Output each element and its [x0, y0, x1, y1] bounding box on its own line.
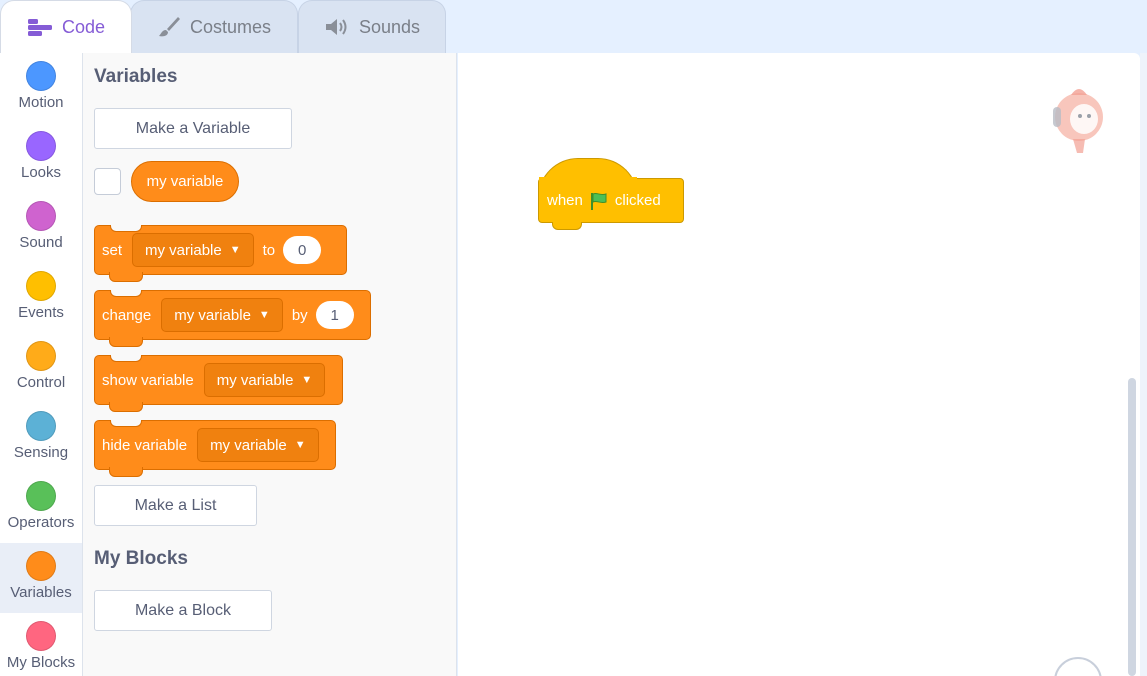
hide-variable-block[interactable]: hide variable my variable ▼ [94, 420, 336, 477]
category-looks[interactable]: Looks [0, 123, 82, 193]
category-label: Control [16, 374, 66, 391]
show-variable-block[interactable]: show variable my variable ▼ [94, 355, 343, 412]
script-workspace[interactable]: when clicked [458, 53, 1140, 676]
category-label: Looks [20, 164, 62, 181]
tab-code[interactable]: Code [0, 0, 132, 53]
code-icon [27, 19, 52, 36]
vertical-scrollbar[interactable] [1128, 378, 1136, 676]
value-input[interactable]: 1 [315, 301, 354, 329]
tab-sounds[interactable]: Sounds [298, 0, 446, 53]
block-keyword: hide variable [102, 436, 188, 454]
category-label: Operators [7, 514, 75, 531]
category-label: Sound [19, 234, 63, 251]
block-keyword: show variable [102, 371, 194, 389]
variable-monitor-checkbox[interactable] [94, 168, 121, 195]
section-title-variables: Variables [94, 66, 178, 87]
block-palette: Variables Make a Variable my variable se… [83, 53, 457, 676]
hat-nub [552, 222, 582, 230]
scratch-editor: Code Costumes Sounds Motion Looks Sound … [0, 0, 1147, 676]
category-control[interactable]: Control [0, 333, 82, 403]
block-keyword: to [262, 241, 276, 259]
scroll-track [1140, 53, 1147, 676]
category-dot-icon [26, 61, 56, 91]
block-keyword: change [102, 306, 152, 324]
category-label: My Blocks [6, 654, 76, 671]
variable-dropdown[interactable]: my variable ▼ [203, 363, 326, 397]
hat-body: when clicked [538, 178, 684, 223]
category-motion[interactable]: Motion [0, 53, 82, 123]
category-sensing[interactable]: Sensing [0, 403, 82, 473]
make-block-button[interactable]: Make a Block [94, 590, 272, 631]
caret-down-icon: ▼ [229, 244, 241, 256]
caret-down-icon: ▼ [301, 374, 313, 386]
change-variable-block[interactable]: change my variable ▼ by 1 [94, 290, 371, 347]
when-flag-clicked-block[interactable]: when clicked [538, 158, 684, 230]
category-operators[interactable]: Operators [0, 473, 82, 543]
category-label: Events [18, 304, 64, 321]
category-dot-icon [26, 481, 56, 511]
set-variable-block[interactable]: set my variable ▼ to 0 [94, 225, 347, 282]
tab-code-label: Code [61, 16, 106, 37]
hat-keyword-when: when [547, 192, 583, 209]
value-input[interactable]: 0 [283, 236, 322, 264]
block-keyword: set [102, 241, 123, 259]
category-variables[interactable]: Variables [0, 543, 82, 613]
category-dot-icon [26, 411, 56, 441]
variable-dropdown[interactable]: my variable ▼ [197, 428, 319, 462]
sprite-thumbnail-icon [1053, 89, 1103, 153]
category-events[interactable]: Events [0, 263, 82, 333]
section-title-my-blocks: My Blocks [94, 548, 188, 569]
tab-sounds-label: Sounds [358, 16, 421, 37]
speaker-icon [325, 19, 347, 35]
category-label: Variables [10, 584, 72, 601]
category-dot-icon [26, 271, 56, 301]
variable-dropdown[interactable]: my variable ▼ [161, 298, 283, 332]
caret-down-icon: ▼ [258, 309, 270, 321]
make-list-button[interactable]: Make a List [94, 485, 257, 526]
hat-seam [539, 177, 637, 181]
tab-costumes-label: Costumes [189, 16, 272, 37]
category-dot-icon [26, 621, 56, 651]
editor-tabs: Code Costumes Sounds [0, 0, 1147, 53]
dropdown-value: my variable [216, 371, 294, 389]
category-dot-icon [26, 201, 56, 231]
variable-reporter-block[interactable]: my variable [131, 161, 239, 202]
category-dot-icon [26, 341, 56, 371]
block-keyword: by [291, 306, 308, 324]
caret-down-icon: ▼ [294, 439, 306, 451]
dropdown-value: my variable [210, 436, 287, 454]
dropdown-value: my variable [174, 306, 251, 324]
make-variable-button[interactable]: Make a Variable [94, 108, 292, 149]
hat-keyword-clicked: clicked [614, 192, 661, 209]
brush-icon [158, 17, 180, 37]
category-dot-icon [26, 551, 56, 581]
green-flag-icon [590, 192, 607, 210]
dropdown-value: my variable [145, 241, 222, 259]
category-label: Motion [18, 94, 64, 111]
category-dot-icon [26, 131, 56, 161]
category-menu: Motion Looks Sound Events Control Sensin… [0, 53, 83, 676]
zoom-in-icon[interactable] [1054, 657, 1102, 676]
variable-dropdown[interactable]: my variable ▼ [132, 233, 254, 267]
category-label: Sensing [13, 444, 69, 461]
tab-costumes[interactable]: Costumes [130, 0, 298, 53]
category-my-blocks[interactable]: My Blocks [0, 613, 82, 676]
category-sound[interactable]: Sound [0, 193, 82, 263]
